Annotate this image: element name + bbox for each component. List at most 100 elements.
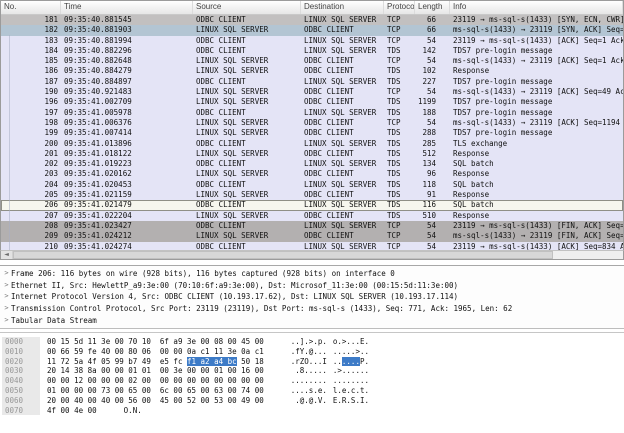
hex-byte-text: 00 66 59 fe 40 00 80 06 00 00 0a c1 11 3… bbox=[47, 346, 264, 356]
packet-row[interactable]: 198 09:35:41.006376 LINUX SQL SERVER ODBC C… bbox=[1, 117, 623, 129]
packet-cell: 09:35:41.013896 bbox=[64, 138, 132, 148]
packet-row[interactable]: 181 09:35:40.881545 ODBC CLIENT LINUX SQL S… bbox=[1, 15, 623, 26]
column-header-time[interactable]: Time bbox=[61, 1, 193, 14]
packet-cell: 510 bbox=[422, 210, 436, 220]
packet-row-selected[interactable]: 206 09:35:41.021479 ODBC CLIENT LINUX SQL S… bbox=[1, 200, 623, 211]
hex-row[interactable]: 0040 00 00 12 00 00 00 02 00 00 00 00 00 … bbox=[0, 376, 624, 386]
packet-row[interactable]: 203 09:35:41.020162 LINUX SQL SERVER ODBC C… bbox=[1, 169, 623, 180]
hex-row[interactable]: 0000 00 15 5d 11 3e 00 70 10 6f a9 3e 00 … bbox=[0, 337, 624, 347]
packet-cell: ODBC CLIENT bbox=[304, 117, 354, 127]
packet-row[interactable]: 190 09:35:40.921483 LINUX SQL SERVER ODBC C… bbox=[1, 87, 623, 98]
packet-cell: ODBC CLIENT bbox=[304, 56, 354, 66]
protocol-tree-item[interactable]: > Ethernet II, Src: HewlettP_a9:3e:00 (70… bbox=[0, 280, 624, 292]
packet-row[interactable]: 208 09:35:41.023427 ODBC CLIENT LINUX SQL S… bbox=[1, 220, 623, 232]
h-scrollbar[interactable]: ◄ bbox=[0, 250, 624, 260]
packet-cell: 190 bbox=[44, 87, 58, 97]
packet-cell: LINUX SQL SERVER bbox=[304, 35, 377, 45]
packet-cell: 102 bbox=[422, 66, 436, 76]
packet-cell: Response bbox=[453, 66, 490, 76]
packet-cell: 54 bbox=[426, 231, 436, 241]
packet-cell: LINUX SQL SERVER bbox=[196, 210, 269, 220]
hex-offset: 0010 bbox=[2, 346, 40, 357]
hex-ascii: E.R.S.I. bbox=[332, 395, 369, 405]
packet-cell: ms-sql-s(1433) → 23119 [FIN, ACK] Seq=24 bbox=[453, 231, 623, 241]
column-header-protocol[interactable]: Protocol bbox=[384, 1, 415, 14]
packet-row[interactable]: 207 09:35:41.022204 LINUX SQL SERVER ODBC C… bbox=[1, 210, 623, 221]
packet-cell: 09:35:40.881545 bbox=[64, 15, 132, 24]
expand-chevron-icon[interactable]: > bbox=[0, 268, 11, 280]
packet-row[interactable]: 200 09:35:41.013896 ODBC CLIENT LINUX SQL S… bbox=[1, 138, 623, 149]
packet-cell: ODBC CLIENT bbox=[196, 76, 246, 86]
packet-cell: 09:35:41.024274 bbox=[64, 241, 132, 250]
packet-cell: 210 bbox=[44, 241, 58, 250]
protocol-tree-item[interactable]: > Transmission Control Protocol, Src Port… bbox=[0, 303, 624, 315]
packet-cell: Response bbox=[453, 210, 490, 220]
packet-row[interactable]: 205 09:35:41.021159 LINUX SQL SERVER ODBC C… bbox=[1, 190, 623, 201]
packet-cell: LINUX SQL SERVER bbox=[196, 148, 269, 158]
packet-row[interactable]: 197 09:35:41.005978 ODBC CLIENT LINUX SQL S… bbox=[1, 107, 623, 118]
packet-row[interactable]: 182 09:35:40.881903 LINUX SQL SERVER ODBC C… bbox=[1, 25, 623, 36]
packet-cell: ODBC CLIENT bbox=[196, 200, 246, 210]
protocol-tree-item[interactable]: > Internet Protocol Version 4, Src: ODBC … bbox=[0, 291, 624, 303]
packet-cell: TCP bbox=[387, 15, 401, 24]
hex-row[interactable]: 0010 00 66 59 fe 40 00 80 06 00 00 0a c1 … bbox=[0, 346, 624, 357]
expand-chevron-icon[interactable]: > bbox=[0, 303, 11, 315]
column-header-info[interactable]: Info bbox=[450, 1, 623, 14]
packet-row[interactable]: 184 09:35:40.882296 ODBC CLIENT LINUX SQL S… bbox=[1, 45, 623, 57]
packet-cell: ms-sql-s(1433) → 23119 [ACK] Seq=1194 Ac bbox=[453, 117, 623, 127]
packet-cell: TCP bbox=[387, 56, 401, 66]
column-header-length[interactable]: Length bbox=[415, 1, 450, 14]
packet-cell: LINUX SQL SERVER bbox=[304, 107, 377, 117]
hex-row[interactable]: 0060 20 00 40 00 40 00 56 00 45 00 52 00 … bbox=[0, 395, 624, 406]
expand-chevron-icon[interactable]: > bbox=[0, 291, 11, 303]
hex-bytes: 01 00 00 00 73 00 65 00 6c 00 65 00 63 0… bbox=[47, 386, 264, 396]
packet-cell: 206 bbox=[44, 200, 58, 210]
column-header-source[interactable]: Source bbox=[193, 1, 301, 14]
packet-cell: 09:35:41.021479 bbox=[64, 200, 132, 210]
hex-row[interactable]: 0020 11 72 5a 4f 05 99 b7 49 e5 fc f1 a2 … bbox=[0, 356, 624, 367]
packet-cell: ODBC CLIENT bbox=[304, 97, 354, 107]
packet-cell: 66 bbox=[426, 15, 436, 24]
expand-chevron-icon[interactable]: > bbox=[0, 315, 11, 327]
packet-row[interactable]: 201 09:35:41.018122 LINUX SQL SERVER ODBC C… bbox=[1, 148, 623, 160]
packet-row[interactable]: 183 09:35:40.881994 ODBC CLIENT LINUX SQL S… bbox=[1, 35, 623, 46]
packet-row[interactable]: 210 09:35:41.024274 ODBC CLIENT LINUX SQL S… bbox=[1, 241, 623, 250]
packet-row[interactable]: 202 09:35:41.019223 ODBC CLIENT LINUX SQL S… bbox=[1, 159, 623, 170]
hex-byte-text: 4f 00 4e 00 bbox=[47, 405, 97, 415]
packet-cell: ODBC CLIENT bbox=[196, 241, 246, 250]
expand-chevron-icon[interactable]: > bbox=[0, 280, 11, 292]
packet-row[interactable]: 185 09:35:40.882648 LINUX SQL SERVER ODBC C… bbox=[1, 56, 623, 67]
packet-cell: 181 bbox=[44, 15, 58, 24]
packet-list-header: No. Time Source Destination Protocol Length In… bbox=[1, 1, 623, 15]
scroll-left-button[interactable]: ◄ bbox=[1, 251, 13, 259]
packet-cell: TCP bbox=[387, 220, 401, 230]
packet-row[interactable]: 199 09:35:41.007414 LINUX SQL SERVER ODBC C… bbox=[1, 128, 623, 139]
column-header-no[interactable]: No. bbox=[1, 1, 61, 14]
protocol-tree-label: Ethernet II, Src: HewlettP_a9:3e:00 (70:… bbox=[11, 280, 459, 290]
hex-row[interactable]: 0070 4f 00 4e 00 O.N. bbox=[0, 405, 624, 416]
hex-offset: 0020 bbox=[2, 356, 40, 367]
protocol-tree-item[interactable]: > Frame 206: 116 bytes on wire (928 bits)… bbox=[0, 268, 624, 280]
hex-byte-text: 00 15 5d 11 3e 00 70 10 6f a9 3e 00 08 0… bbox=[47, 337, 264, 346]
packet-cell: ODBC CLIENT bbox=[304, 190, 354, 200]
packet-row[interactable]: 209 09:35:41.024212 LINUX SQL SERVER ODBC C… bbox=[1, 231, 623, 242]
hex-row[interactable]: 0030 20 14 38 8a 00 00 01 01 00 3e 00 00 … bbox=[0, 366, 624, 377]
hex-row[interactable]: 0050 01 00 00 00 73 00 65 00 6c 00 65 00 … bbox=[0, 385, 624, 396]
packet-cell: TDS bbox=[387, 190, 401, 200]
packet-cell: 54 bbox=[426, 241, 436, 250]
packet-cell: TDS7 pre-login message bbox=[453, 76, 553, 86]
packet-row[interactable]: 196 09:35:41.002709 LINUX SQL SERVER ODBC C… bbox=[1, 97, 623, 108]
packet-cell: LINUX SQL SERVER bbox=[304, 138, 377, 148]
packet-row[interactable]: 204 09:35:41.020453 ODBC CLIENT LINUX SQL S… bbox=[1, 179, 623, 191]
protocol-tree-item[interactable]: > Tabular Data Stream bbox=[0, 315, 624, 327]
column-header-destination[interactable]: Destination bbox=[301, 1, 384, 14]
packet-cell: 187 bbox=[44, 76, 58, 86]
hex-bytes: 11 72 5a 4f 05 99 b7 49 e5 fc f1 a2 a4 b… bbox=[47, 356, 264, 367]
packet-cell: 23119 → ms-sql-s(1433) [SYN, ECN, CWR] S bbox=[453, 15, 623, 24]
packet-cell: 09:35:40.881903 bbox=[64, 25, 132, 35]
hex-ascii-text: P. bbox=[359, 356, 369, 366]
packet-row[interactable]: 187 09:35:40.884897 ODBC CLIENT LINUX SQL S… bbox=[1, 76, 623, 88]
packet-cell: TCP bbox=[387, 87, 401, 97]
packet-row[interactable]: 186 09:35:40.884279 LINUX SQL SERVER ODBC C… bbox=[1, 66, 623, 77]
scrollbar-thumb[interactable] bbox=[13, 251, 553, 259]
